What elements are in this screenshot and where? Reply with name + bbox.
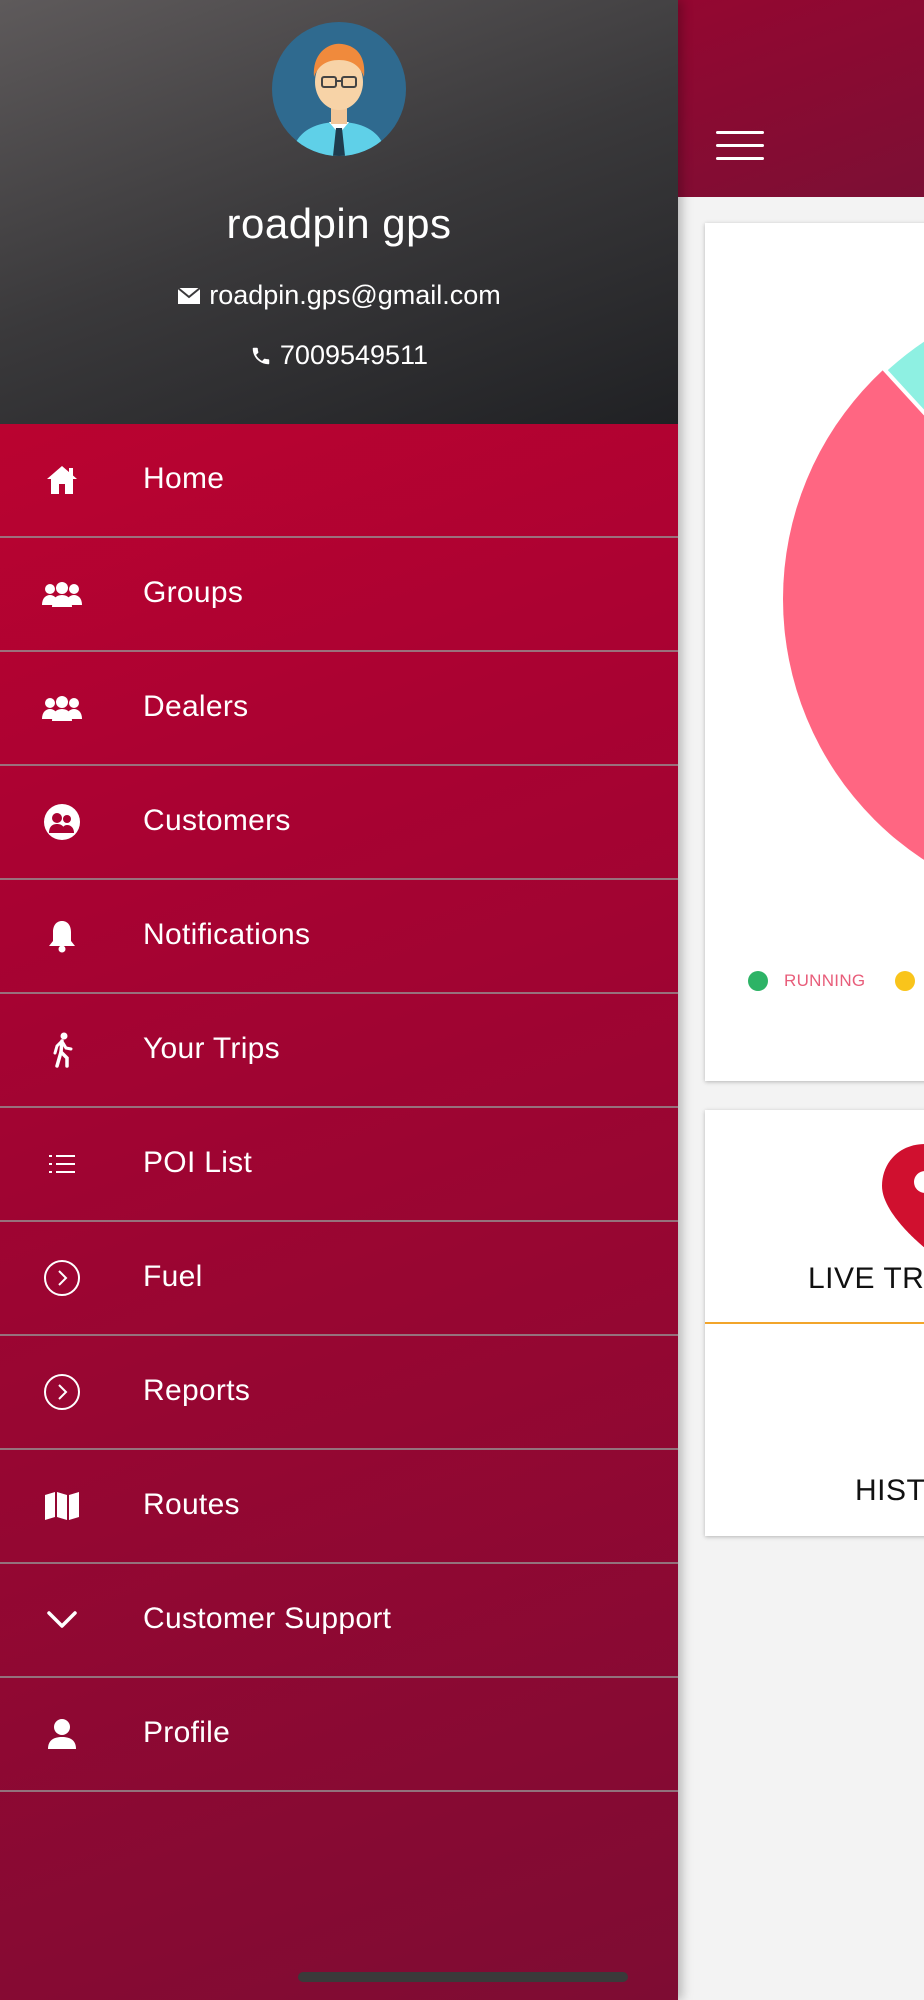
- envelope-icon: [177, 286, 201, 305]
- menu-item-routes[interactable]: Routes: [0, 1450, 678, 1564]
- menu-item-groups[interactable]: Groups: [0, 538, 678, 652]
- user-email: roadpin.gps@gmail.com: [209, 280, 501, 310]
- home-icon: [40, 460, 84, 500]
- menu-label-notifications: Notifications: [143, 918, 311, 951]
- chevron-down-icon: [40, 1600, 84, 1640]
- list-icon: [40, 1144, 84, 1184]
- menu-label-reports: Reports: [143, 1374, 251, 1407]
- phone-icon: [250, 345, 272, 367]
- chevron-circle-icon: [40, 1258, 84, 1298]
- avatar[interactable]: [272, 22, 406, 156]
- menu-item-fuel[interactable]: Fuel: [0, 1222, 678, 1336]
- bell-icon: [40, 916, 84, 956]
- legend-dot-idle: [895, 971, 916, 991]
- person-icon: [40, 1714, 84, 1754]
- walking-icon: [40, 1030, 84, 1070]
- menu-item-your-trips[interactable]: Your Trips: [0, 994, 678, 1108]
- menu-label-customer-support: Customer Support: [143, 1602, 392, 1635]
- history-tile[interactable]: HIST: [705, 1324, 924, 1536]
- menu-label-profile: Profile: [143, 1716, 231, 1749]
- menu-label-dealers: Dealers: [143, 690, 249, 723]
- menu-item-poi-list[interactable]: POI List: [0, 1108, 678, 1222]
- user-phone: 7009549511: [279, 340, 429, 370]
- group-icon: [40, 574, 84, 614]
- menu-label-fuel: Fuel: [143, 1260, 203, 1293]
- map-pin-icon: [882, 1144, 924, 1248]
- user-name: roadpin gps: [226, 200, 452, 247]
- status-pie-chart: [783, 336, 924, 860]
- navigation-drawer: roadpin gps roadpin.gps@gmail.com 700954…: [0, 0, 678, 2000]
- menu-label-customers: Customers: [143, 804, 291, 837]
- quick-actions-card: LIVE TRA HIST: [705, 1110, 924, 1536]
- legend-label-running: RUNNING: [784, 971, 866, 990]
- status-chart-card: RUNNING: [705, 223, 924, 1081]
- menu-label-routes: Routes: [143, 1488, 240, 1521]
- live-tracking-label: LIVE TRA: [808, 1262, 924, 1295]
- chart-legend: RUNNING: [748, 971, 916, 991]
- menu-item-profile[interactable]: Profile: [0, 1678, 678, 1792]
- menu-label-home: Home: [143, 462, 225, 495]
- menu-item-customer-support[interactable]: Customer Support: [0, 1564, 678, 1678]
- menu-item-dealers[interactable]: Dealers: [0, 652, 678, 766]
- live-tracking-tile[interactable]: LIVE TRA: [705, 1110, 924, 1324]
- menu-item-home[interactable]: Home: [0, 424, 678, 538]
- menu-item-customers[interactable]: Customers: [0, 766, 678, 880]
- history-label: HIST: [855, 1474, 924, 1507]
- drawer-header: roadpin gps roadpin.gps@gmail.com 700954…: [0, 0, 678, 424]
- customers-icon: [40, 802, 84, 842]
- legend-dot-running: [748, 971, 768, 991]
- menu-item-notifications[interactable]: Notifications: [0, 880, 678, 994]
- user-email-row: roadpin.gps@gmail.com: [0, 280, 678, 311]
- hamburger-icon[interactable]: [716, 131, 764, 161]
- menu-item-reports[interactable]: Reports: [0, 1336, 678, 1450]
- chevron-circle-icon: [40, 1372, 84, 1412]
- menu-label-groups: Groups: [143, 576, 244, 609]
- group-icon: [40, 688, 84, 728]
- home-indicator: [298, 1972, 628, 1982]
- user-phone-row: 7009549511: [0, 340, 678, 371]
- menu-label-poi-list: POI List: [143, 1146, 253, 1179]
- menu-label-your-trips: Your Trips: [143, 1032, 280, 1065]
- drawer-menu: Home Groups Dealers Customers Notificati…: [0, 424, 678, 1792]
- map-icon: [40, 1486, 84, 1526]
